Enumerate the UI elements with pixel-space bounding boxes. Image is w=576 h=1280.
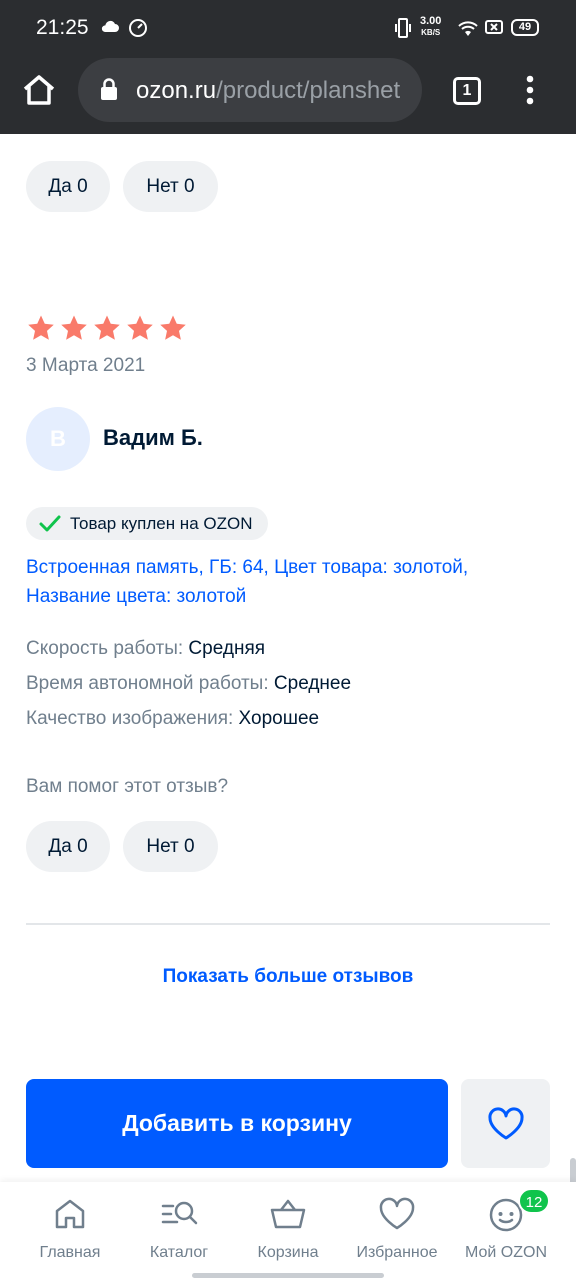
nav-home-label: Главная xyxy=(39,1244,101,1261)
status-time: 21:25 xyxy=(36,16,89,39)
nav-favorites-label: Избранное xyxy=(356,1244,438,1261)
my-ozon-badge: 12 xyxy=(518,1188,550,1214)
star-icon xyxy=(127,315,153,340)
helpful-yes-button[interactable]: Да 0 xyxy=(26,161,110,212)
home-icon xyxy=(55,1199,85,1229)
author-name: Вадим Б. xyxy=(103,425,203,450)
show-more-reviews-link[interactable]: Показать больше отзывов xyxy=(0,966,576,988)
product-variant-link[interactable]: Встроенная память, ГБ: 64, Цвет товара: … xyxy=(26,553,546,611)
favorite-button[interactable] xyxy=(461,1079,550,1168)
add-to-cart-button[interactable]: Добавить в корзину xyxy=(26,1079,448,1168)
vibrate-icon xyxy=(394,18,412,43)
check-icon xyxy=(39,515,61,531)
rating-stars xyxy=(26,313,188,343)
nav-favorites[interactable]: Избранное xyxy=(339,1182,455,1280)
star-icon xyxy=(28,315,54,340)
home-indicator xyxy=(192,1273,384,1278)
browser-toolbar: ozon.ru/product/planshet 1 xyxy=(0,56,576,134)
nav-cart[interactable]: Корзина xyxy=(230,1182,346,1280)
heart-icon xyxy=(487,1106,524,1139)
nav-home[interactable]: Главная xyxy=(12,1182,128,1280)
nav-catalog[interactable]: Каталог xyxy=(121,1182,237,1280)
basket-icon xyxy=(270,1199,306,1229)
param-speed: Скорость работы: Средняя xyxy=(26,638,266,659)
address-bar[interactable]: ozon.ru/product/planshet xyxy=(78,58,422,122)
battery-indicator: 49 xyxy=(511,19,539,36)
star-icon xyxy=(160,315,186,340)
network-speed: 3.00 KB/S xyxy=(420,15,442,38)
param-battery: Время автономной работы: Среднее xyxy=(26,673,352,694)
url-text: ozon.ru/product/planshet xyxy=(136,77,401,104)
tabs-button[interactable]: 1 xyxy=(453,77,481,105)
home-icon[interactable] xyxy=(22,74,56,111)
wifi-icon xyxy=(456,18,480,43)
review-date: 3 Марта 2021 xyxy=(26,355,146,376)
divider xyxy=(26,923,550,925)
nav-catalog-label: Каталог xyxy=(149,1244,209,1261)
helpful-question: Вам помог этот отзыв? xyxy=(26,776,229,797)
helpful-no-button[interactable]: Нет 0 xyxy=(123,821,218,872)
param-display: Качество изображения: Хорошее xyxy=(26,708,320,729)
speed-icon xyxy=(128,18,148,43)
menu-dots-icon[interactable] xyxy=(524,75,536,110)
cloud-icon xyxy=(100,18,120,39)
heart-icon xyxy=(379,1197,415,1230)
purchased-badge-label: Товар куплен на OZON xyxy=(70,513,253,533)
lock-icon xyxy=(100,77,118,106)
nav-cart-label: Корзина xyxy=(257,1244,319,1261)
star-icon xyxy=(94,315,120,340)
catalog-search-icon xyxy=(161,1201,198,1225)
sim-icon xyxy=(485,18,503,41)
avatar: В xyxy=(26,407,90,471)
status-bar: 21:25 3.00 KB/S 49 xyxy=(0,0,576,56)
purchased-badge: Товар куплен на OZON xyxy=(26,507,269,540)
helpful-no-button[interactable]: Нет 0 xyxy=(123,161,218,212)
nav-my-ozon-label: Мой OZON xyxy=(464,1244,547,1261)
helpful-yes-button[interactable]: Да 0 xyxy=(26,821,110,872)
star-icon xyxy=(61,315,87,340)
bottom-navigation: Главная Каталог Корзина Избранное Мой OZ… xyxy=(0,1182,576,1280)
